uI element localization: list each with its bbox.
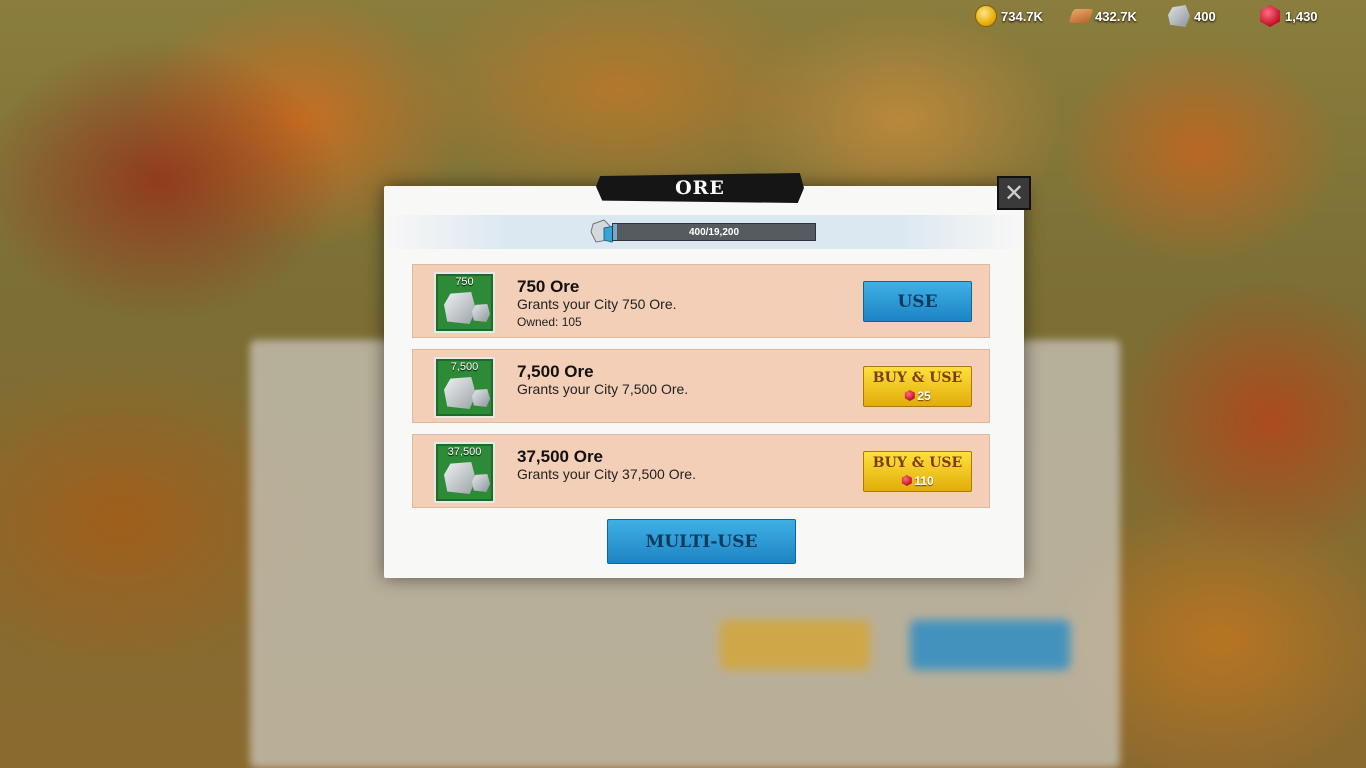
buy-and-use-label: BUY & USE bbox=[872, 455, 963, 471]
use-button[interactable]: USE bbox=[863, 281, 972, 322]
buy-and-use-label: BUY & USE bbox=[872, 370, 963, 386]
dialog-title: ORE bbox=[675, 177, 725, 199]
capacity-text: 400/19,200 bbox=[688, 226, 740, 238]
ore-item-thumbnail: 37,500 bbox=[434, 442, 495, 503]
multi-use-button[interactable]: MULTI-USE bbox=[607, 519, 796, 564]
close-button[interactable]: ✕ bbox=[997, 176, 1031, 210]
buy-cost: 110 bbox=[901, 473, 934, 488]
list-item: 37,500 37,500 Ore Grants your City 37,50… bbox=[412, 434, 990, 508]
resource-gold: 734.7K bbox=[975, 4, 1043, 28]
list-item: 750 750 Ore Grants your City 750 Ore. Ow… bbox=[412, 264, 990, 338]
buy-and-use-button[interactable]: BUY & USE 110 bbox=[863, 451, 972, 492]
thumbnail-quantity: 37,500 bbox=[447, 446, 482, 458]
ore-icon bbox=[1168, 5, 1190, 27]
resource-gems-value: 1,430 bbox=[1285, 8, 1318, 24]
capacity-bar-fill bbox=[613, 224, 618, 240]
ore-rock-icon bbox=[444, 292, 476, 324]
resource-lumber: 432.7K bbox=[1068, 4, 1137, 28]
background-button-blurred bbox=[910, 620, 1070, 670]
ore-item-thumbnail: 750 bbox=[434, 272, 495, 333]
ore-item-thumbnail: 7,500 bbox=[434, 357, 495, 418]
item-name: 750 Ore bbox=[517, 277, 580, 296]
list-item: 7,500 7,500 Ore Grants your City 7,500 O… bbox=[412, 349, 990, 423]
resource-ore-value: 400 bbox=[1194, 8, 1216, 24]
ore-rock-icon bbox=[444, 377, 476, 409]
resource-lumber-value: 432.7K bbox=[1095, 8, 1137, 24]
resource-ore: 400 bbox=[1168, 4, 1216, 28]
close-icon: ✕ bbox=[1003, 179, 1025, 207]
resource-gold-value: 734.7K bbox=[1001, 8, 1043, 24]
gem-icon bbox=[1260, 5, 1280, 27]
thumbnail-quantity: 750 bbox=[455, 276, 474, 288]
ore-rock-icon bbox=[472, 474, 490, 492]
gem-icon bbox=[904, 390, 915, 401]
gem-icon bbox=[901, 475, 912, 486]
gold-coin-icon bbox=[975, 5, 997, 27]
item-description: Grants your City 37,500 Ore. bbox=[517, 466, 696, 482]
ore-rock-icon bbox=[444, 462, 476, 494]
item-owned-count: Owned: 105 bbox=[517, 315, 582, 329]
item-description: Grants your City 7,500 Ore. bbox=[517, 381, 689, 397]
buy-cost-value: 25 bbox=[917, 388, 931, 403]
ore-rock-icon bbox=[472, 389, 490, 407]
item-name: 37,500 Ore bbox=[517, 447, 604, 466]
lumber-icon bbox=[1068, 9, 1094, 23]
dialog-title-banner: ORE bbox=[596, 173, 804, 203]
ore-rock-icon bbox=[472, 304, 490, 322]
capacity-bar: 400/19,200 bbox=[612, 223, 816, 241]
resource-gems: 1,430 bbox=[1259, 4, 1318, 28]
buy-cost-value: 110 bbox=[914, 473, 934, 488]
item-description: Grants your City 750 Ore. bbox=[517, 296, 677, 312]
item-name: 7,500 Ore bbox=[517, 362, 594, 381]
buy-cost: 25 bbox=[904, 388, 931, 403]
background-button-blurred bbox=[720, 620, 870, 670]
buy-and-use-button[interactable]: BUY & USE 25 bbox=[863, 366, 972, 407]
thumbnail-quantity: 7,500 bbox=[450, 361, 479, 373]
